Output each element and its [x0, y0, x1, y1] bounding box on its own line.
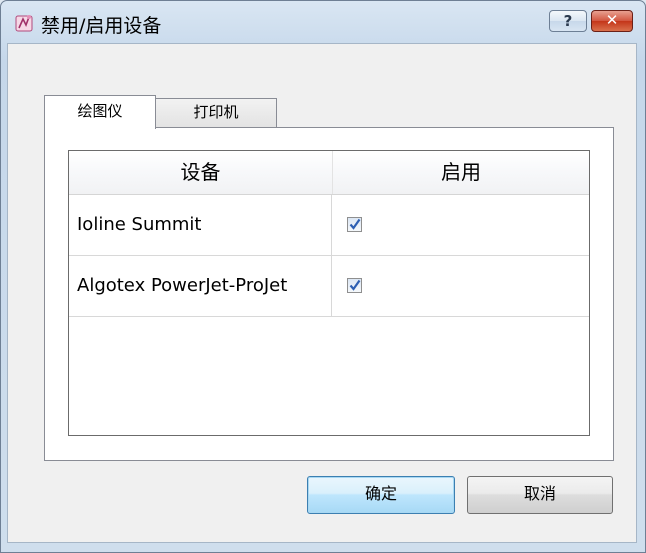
device-name-cell: Algotex PowerJet-ProJet	[69, 256, 332, 316]
device-name-cell: Ioline Summit	[69, 195, 332, 255]
tab-plotters[interactable]: 绘图仪	[44, 95, 156, 129]
tab-printers[interactable]: 打印机	[155, 98, 277, 127]
table-row[interactable]: Ioline Summit	[69, 195, 589, 256]
enable-checkbox[interactable]	[347, 217, 362, 232]
checkmark-icon	[349, 279, 361, 291]
column-header-device[interactable]: 设备	[69, 151, 333, 194]
app-icon	[15, 13, 35, 33]
checkmark-icon	[349, 218, 361, 230]
ok-button[interactable]: 确定	[307, 476, 455, 514]
close-button[interactable]: ✕	[591, 10, 633, 32]
table-header: 设备 启用	[69, 151, 589, 195]
column-header-enabled[interactable]: 启用	[333, 151, 589, 194]
table-row[interactable]: Algotex PowerJet-ProJet	[69, 256, 589, 317]
help-button[interactable]: ?	[549, 10, 587, 32]
device-table: 设备 启用 Ioline Summit Algotex PowerJet-Pro…	[68, 150, 590, 436]
title-bar[interactable]: 禁用/启用设备 ? ✕	[1, 1, 645, 45]
window-title: 禁用/启用设备	[41, 15, 162, 37]
cancel-button[interactable]: 取消	[467, 476, 613, 514]
enable-checkbox[interactable]	[347, 278, 362, 293]
